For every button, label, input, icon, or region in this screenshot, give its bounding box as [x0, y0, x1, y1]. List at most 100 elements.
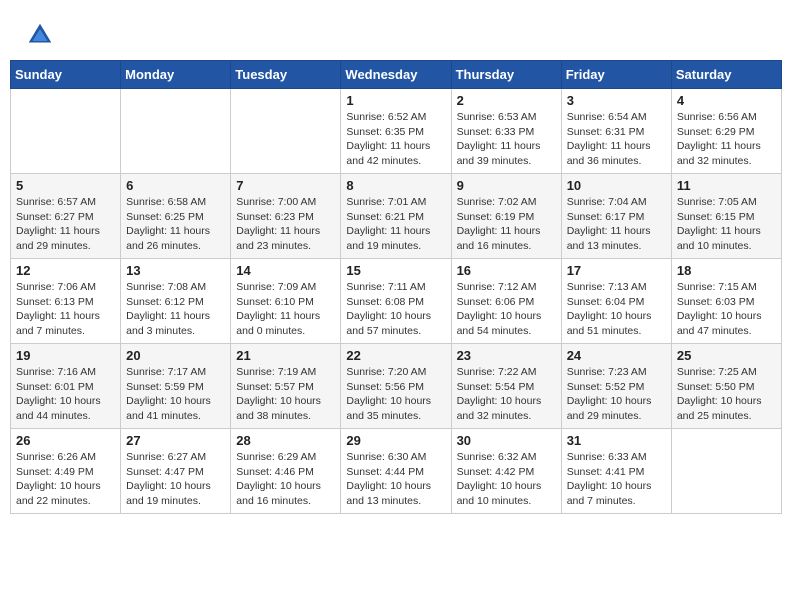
- day-number: 3: [567, 93, 666, 108]
- calendar-header-monday: Monday: [121, 61, 231, 89]
- day-info: Sunrise: 7:20 AM Sunset: 5:56 PM Dayligh…: [346, 365, 445, 424]
- calendar-cell: 10Sunrise: 7:04 AM Sunset: 6:17 PM Dayli…: [561, 174, 671, 259]
- day-info: Sunrise: 7:06 AM Sunset: 6:13 PM Dayligh…: [16, 280, 115, 339]
- calendar-header-friday: Friday: [561, 61, 671, 89]
- day-info: Sunrise: 7:08 AM Sunset: 6:12 PM Dayligh…: [126, 280, 225, 339]
- calendar-cell: 20 Sunrise: 7:17 AM Sunset: 5:59 PM Dayli…: [121, 344, 231, 429]
- day-info: Sunrise: 6:53 AM Sunset: 6:33 PM Dayligh…: [457, 110, 556, 169]
- calendar-cell: 12 Sunrise: 7:06 AM Sunset: 6:13 PM Dayli…: [11, 259, 121, 344]
- day-number: 29: [346, 433, 445, 448]
- calendar-week-2: 5 Sunrise: 6:57 AM Sunset: 6:27 PM Daylig…: [11, 174, 782, 259]
- day-number: 27: [126, 433, 225, 448]
- calendar-header-row: SundayMondayTuesdayWednesdayThursdayFrid…: [11, 61, 782, 89]
- day-number: 1: [346, 93, 445, 108]
- day-number: 2: [457, 93, 556, 108]
- calendar-cell: 23 Sunrise: 7:22 AM Sunset: 5:54 PM Dayli…: [451, 344, 561, 429]
- calendar-cell: [11, 89, 121, 174]
- calendar-cell: 5 Sunrise: 6:57 AM Sunset: 6:27 PM Daylig…: [11, 174, 121, 259]
- day-number: 11: [677, 178, 776, 193]
- day-number: 24: [567, 348, 666, 363]
- day-info: Sunrise: 7:22 AM Sunset: 5:54 PM Dayligh…: [457, 365, 556, 424]
- day-number: 8: [346, 178, 445, 193]
- day-number: 18: [677, 263, 776, 278]
- calendar-cell: 16 Sunrise: 7:12 AM Sunset: 6:06 PM Dayli…: [451, 259, 561, 344]
- calendar-week-4: 19 Sunrise: 7:16 AM Sunset: 6:01 PM Dayli…: [11, 344, 782, 429]
- calendar-cell: 21 Sunrise: 7:19 AM Sunset: 5:57 PM Dayli…: [231, 344, 341, 429]
- day-info: Sunrise: 6:32 AM Sunset: 4:42 PM Dayligh…: [457, 450, 556, 509]
- page-container: SundayMondayTuesdayWednesdayThursdayFrid…: [10, 10, 782, 514]
- day-number: 15: [346, 263, 445, 278]
- header: [10, 10, 782, 55]
- calendar-cell: 14 Sunrise: 7:09 AM Sunset: 6:10 PM Dayli…: [231, 259, 341, 344]
- day-number: 26: [16, 433, 115, 448]
- calendar-cell: 13 Sunrise: 7:08 AM Sunset: 6:12 PM Dayli…: [121, 259, 231, 344]
- calendar-cell: 2 Sunrise: 6:53 AM Sunset: 6:33 PM Daylig…: [451, 89, 561, 174]
- day-info: Sunrise: 6:27 AM Sunset: 4:47 PM Dayligh…: [126, 450, 225, 509]
- day-info: Sunrise: 7:23 AM Sunset: 5:52 PM Dayligh…: [567, 365, 666, 424]
- calendar-cell: 15 Sunrise: 7:11 AM Sunset: 6:08 PM Dayli…: [341, 259, 451, 344]
- day-number: 5: [16, 178, 115, 193]
- calendar-cell: [671, 429, 781, 514]
- day-number: 25: [677, 348, 776, 363]
- day-number: 30: [457, 433, 556, 448]
- day-number: 12: [16, 263, 115, 278]
- calendar-cell: 30 Sunrise: 6:32 AM Sunset: 4:42 PM Dayli…: [451, 429, 561, 514]
- day-number: 20: [126, 348, 225, 363]
- calendar-table: SundayMondayTuesdayWednesdayThursdayFrid…: [10, 60, 782, 514]
- day-number: 7: [236, 178, 335, 193]
- day-info: Sunrise: 7:04 AM Sunset: 6:17 PM Dayligh…: [567, 195, 666, 254]
- day-info: Sunrise: 6:58 AM Sunset: 6:25 PM Dayligh…: [126, 195, 225, 254]
- day-info: Sunrise: 6:26 AM Sunset: 4:49 PM Dayligh…: [16, 450, 115, 509]
- day-number: 28: [236, 433, 335, 448]
- day-number: 19: [16, 348, 115, 363]
- day-number: 13: [126, 263, 225, 278]
- calendar-cell: 29 Sunrise: 6:30 AM Sunset: 4:44 PM Dayli…: [341, 429, 451, 514]
- day-info: Sunrise: 7:17 AM Sunset: 5:59 PM Dayligh…: [126, 365, 225, 424]
- day-info: Sunrise: 7:16 AM Sunset: 6:01 PM Dayligh…: [16, 365, 115, 424]
- day-info: Sunrise: 7:19 AM Sunset: 5:57 PM Dayligh…: [236, 365, 335, 424]
- day-info: Sunrise: 6:30 AM Sunset: 4:44 PM Dayligh…: [346, 450, 445, 509]
- calendar-week-3: 12 Sunrise: 7:06 AM Sunset: 6:13 PM Dayli…: [11, 259, 782, 344]
- day-info: Sunrise: 7:11 AM Sunset: 6:08 PM Dayligh…: [346, 280, 445, 339]
- day-info: Sunrise: 7:02 AM Sunset: 6:19 PM Dayligh…: [457, 195, 556, 254]
- day-number: 14: [236, 263, 335, 278]
- day-number: 17: [567, 263, 666, 278]
- calendar-cell: 3Sunrise: 6:54 AM Sunset: 6:31 PM Daylig…: [561, 89, 671, 174]
- day-number: 16: [457, 263, 556, 278]
- calendar-cell: 6 Sunrise: 6:58 AM Sunset: 6:25 PM Daylig…: [121, 174, 231, 259]
- day-number: 22: [346, 348, 445, 363]
- day-info: Sunrise: 7:15 AM Sunset: 6:03 PM Dayligh…: [677, 280, 776, 339]
- day-info: Sunrise: 7:25 AM Sunset: 5:50 PM Dayligh…: [677, 365, 776, 424]
- day-info: Sunrise: 6:33 AM Sunset: 4:41 PM Dayligh…: [567, 450, 666, 509]
- calendar-cell: 9 Sunrise: 7:02 AM Sunset: 6:19 PM Daylig…: [451, 174, 561, 259]
- calendar-cell: 26 Sunrise: 6:26 AM Sunset: 4:49 PM Dayli…: [11, 429, 121, 514]
- calendar-header-saturday: Saturday: [671, 61, 781, 89]
- day-info: Sunrise: 7:12 AM Sunset: 6:06 PM Dayligh…: [457, 280, 556, 339]
- calendar-header-sunday: Sunday: [11, 61, 121, 89]
- calendar-cell: 11 Sunrise: 7:05 AM Sunset: 6:15 PM Dayli…: [671, 174, 781, 259]
- calendar-cell: 31Sunrise: 6:33 AM Sunset: 4:41 PM Dayli…: [561, 429, 671, 514]
- day-info: Sunrise: 7:01 AM Sunset: 6:21 PM Dayligh…: [346, 195, 445, 254]
- calendar-cell: 17Sunrise: 7:13 AM Sunset: 6:04 PM Dayli…: [561, 259, 671, 344]
- calendar-header-thursday: Thursday: [451, 61, 561, 89]
- day-number: 23: [457, 348, 556, 363]
- calendar-week-5: 26 Sunrise: 6:26 AM Sunset: 4:49 PM Dayli…: [11, 429, 782, 514]
- calendar-cell: 28Sunrise: 6:29 AM Sunset: 4:46 PM Dayli…: [231, 429, 341, 514]
- calendar-header-tuesday: Tuesday: [231, 61, 341, 89]
- calendar-cell: 8 Sunrise: 7:01 AM Sunset: 6:21 PM Daylig…: [341, 174, 451, 259]
- calendar-cell: 19 Sunrise: 7:16 AM Sunset: 6:01 PM Dayli…: [11, 344, 121, 429]
- calendar-cell: 25 Sunrise: 7:25 AM Sunset: 5:50 PM Dayli…: [671, 344, 781, 429]
- day-number: 9: [457, 178, 556, 193]
- calendar-cell: 22 Sunrise: 7:20 AM Sunset: 5:56 PM Dayli…: [341, 344, 451, 429]
- calendar-cell: [121, 89, 231, 174]
- day-info: Sunrise: 6:52 AM Sunset: 6:35 PM Dayligh…: [346, 110, 445, 169]
- calendar-cell: [231, 89, 341, 174]
- day-number: 21: [236, 348, 335, 363]
- day-number: 6: [126, 178, 225, 193]
- day-info: Sunrise: 7:09 AM Sunset: 6:10 PM Dayligh…: [236, 280, 335, 339]
- day-info: Sunrise: 7:05 AM Sunset: 6:15 PM Dayligh…: [677, 195, 776, 254]
- calendar-cell: 1 Sunrise: 6:52 AM Sunset: 6:35 PM Daylig…: [341, 89, 451, 174]
- day-info: Sunrise: 6:57 AM Sunset: 6:27 PM Dayligh…: [16, 195, 115, 254]
- calendar-cell: 24 Sunrise: 7:23 AM Sunset: 5:52 PM Dayli…: [561, 344, 671, 429]
- calendar-header-wednesday: Wednesday: [341, 61, 451, 89]
